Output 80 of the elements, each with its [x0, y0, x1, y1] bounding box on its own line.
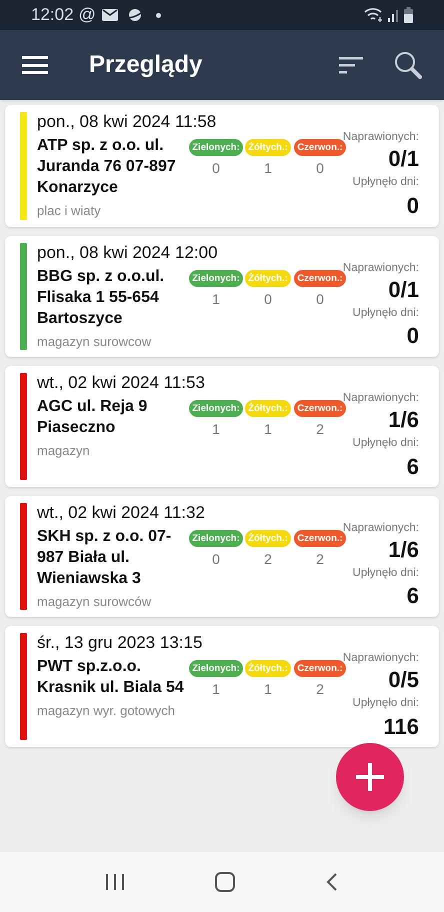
battery-icon	[404, 7, 413, 23]
count: 1	[212, 420, 220, 439]
count: 1	[264, 680, 272, 699]
days-count: 116	[384, 712, 419, 740]
menu-button[interactable]	[22, 55, 48, 75]
status-badge: Żółtych.:	[245, 660, 291, 677]
status-badge: Czerwon.:	[294, 400, 346, 417]
location-label: magazyn surowcow	[37, 332, 152, 351]
inspection-card[interactable]: pon., 08 kwi 2024 11:58 ATP sp. z o.o. ul. Juranda 76 07-897 Konarzyce plac i wiaty Zielonych: 0 Żółtych.: 1 Czerwon.: 0 Naprawionych: 0/1 Upłynęło dni: 0	[5, 105, 439, 226]
company-address: ATP sp. z o.o. ul. Juranda 76 07-897 Konarzyce	[37, 136, 177, 198]
status-badge: Czerwon.:	[294, 270, 346, 286]
recent-apps-button[interactable]	[105, 873, 125, 891]
signal-icon	[388, 8, 400, 22]
mail-icon	[102, 9, 118, 21]
location-label: plac i wiaty	[37, 202, 102, 220]
days-label: Upłynęło dni:	[352, 436, 419, 452]
count: 2	[316, 420, 324, 439]
dot-icon	[156, 12, 161, 18]
clock: 12:02	[31, 4, 74, 26]
company-address: PWT sp.z.o.o. Krasnik ul. Biala 54	[37, 657, 185, 698]
status-badge: Zielonych:	[189, 400, 243, 417]
days-label: Upłynęło dni:	[352, 566, 419, 581]
screen-title: Przeglądy	[89, 50, 202, 80]
status-badge: Zielonych:	[189, 139, 243, 156]
count: 0	[316, 159, 324, 178]
status-badge: Żółtych.:	[245, 270, 291, 286]
days-label: Upłynęło dni:	[352, 306, 419, 321]
status-badge: Zielonych:	[189, 530, 243, 546]
days-count: 6	[406, 582, 419, 610]
inspection-card[interactable]: pon., 08 kwi 2024 12:00 BBG sp. z o.o.ul. Flisaka 1 55-654 Bartoszyce magazyn surowcow Zielonych: 1 Żółtych.: 0 Czerwon.: 0 Naprawionych: 0/1 Upłynęło dni: 0	[5, 236, 439, 357]
wifi-icon	[364, 7, 384, 23]
inspection-date: wt., 02 kwi 2024 11:53	[37, 372, 206, 394]
status-badge: Zielonych:	[189, 660, 243, 677]
status-badge: Żółtych.:	[245, 400, 291, 417]
back-button[interactable]	[325, 872, 339, 892]
repaired-count: 1/6	[388, 536, 419, 563]
status-badge: Zielonych:	[189, 270, 243, 286]
company-address: SKH sp. z o.o. 07-987 Biała ul. Wieniawska 3	[37, 526, 172, 588]
location-label: magazyn wyr. gotowych	[37, 702, 176, 720]
days-label: Upłynęło dni:	[352, 696, 419, 712]
inspection-card[interactable]: wt., 02 kwi 2024 11:32 SKH sp. z o.o. 07-987 Biała ul. Wieniawska 3 magazyn surowców Zielonych: 0 Żółtych.: 2 Czerwon.: 2 Naprawionych: 1/6 Upłynęło dni: 6	[5, 496, 439, 617]
location-label: magazyn	[37, 442, 91, 460]
days-count: 6	[406, 452, 419, 480]
count: 2	[264, 550, 272, 568]
inspection-date: pon., 08 kwi 2024 12:00	[37, 242, 219, 264]
inspection-date: pon., 08 kwi 2024 11:58	[37, 111, 218, 133]
count: 1	[212, 290, 220, 308]
company-address: AGC ul. Reja 9 Piaseczno	[37, 397, 148, 438]
sort-button[interactable]	[339, 56, 363, 74]
count: 0	[212, 550, 220, 568]
plus-icon	[354, 761, 386, 793]
inspection-card[interactable]: wt., 02 kwi 2024 11:53 AGC ul. Reja 9 Piaseczno magazyn Zielonych: 1 Żółtych.: 1 Czerwon.: 2 Naprawionych: 1/6 Upłynęło dni: 6	[5, 366, 439, 486]
search-button[interactable]	[394, 51, 422, 79]
days-count: 0	[406, 192, 419, 220]
company-address: BBG sp. z o.o.ul. Flisaka 1 55-654 Bartoszyce	[37, 266, 166, 328]
count: 0	[316, 290, 324, 308]
days-count: 0	[406, 322, 419, 350]
count: 2	[316, 550, 324, 568]
status-badge: Czerwon.:	[294, 139, 346, 156]
repaired-count: 1/6	[388, 407, 419, 434]
inspection-card[interactable]: śr., 13 gru 2023 13:15 PWT sp.z.o.o. Krasnik ul. Biala 54 magazyn wyr. gotowych Zielonych: 1 Żółtych.: 1 Czerwon.: 2 Naprawionych: 0/5 Upłynęło dni: 116	[5, 626, 439, 746]
count: 0	[264, 290, 272, 308]
status-badge: Żółtych.:	[245, 139, 291, 156]
status-badge: Czerwon.:	[294, 530, 346, 546]
count: 1	[264, 420, 272, 439]
location-label: magazyn surowców	[37, 592, 152, 611]
inspection-date: śr., 13 gru 2023 13:15	[37, 632, 204, 654]
repaired-count: 0/1	[388, 276, 419, 303]
count: 1	[264, 159, 272, 178]
status-badge: Czerwon.:	[294, 660, 346, 677]
inspection-date: wt., 02 kwi 2024 11:32	[37, 502, 206, 524]
count: 0	[212, 159, 220, 178]
at-sign-icon: @	[78, 2, 96, 28]
status-badge: Żółtych.:	[245, 530, 291, 546]
repaired-count: 0/5	[388, 667, 419, 694]
home-button[interactable]	[215, 872, 235, 892]
repaired-count: 0/1	[388, 146, 419, 172]
count: 2	[316, 680, 324, 699]
count: 1	[212, 680, 220, 699]
days-label: Upłynęło dni:	[352, 175, 419, 190]
